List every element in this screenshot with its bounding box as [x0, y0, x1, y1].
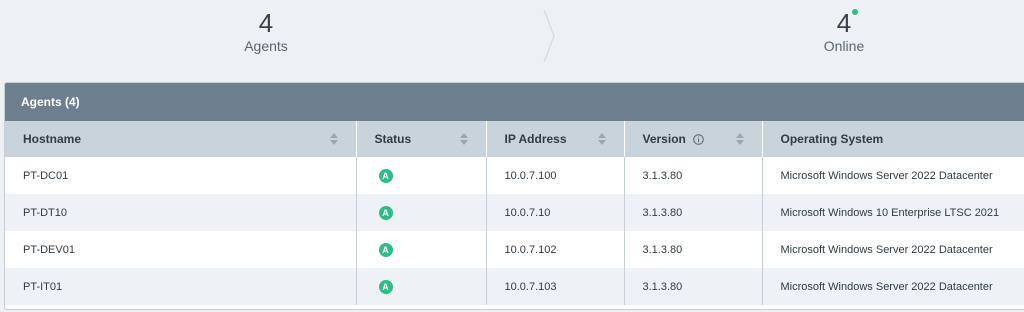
agents-table: Hostname Status IP Address Version Opera…	[5, 121, 1024, 305]
hostname-cell: PT-IT01	[5, 268, 357, 305]
column-header-hostname[interactable]: Hostname	[5, 121, 357, 157]
status-cell: A	[356, 268, 487, 305]
column-header-operating-system[interactable]: Operating System	[762, 121, 1024, 157]
version-cell: 3.1.3.80	[624, 194, 763, 231]
agents-count-stat[interactable]: 4 Agents	[196, 8, 336, 54]
column-header-label: Hostname	[23, 132, 82, 146]
info-icon[interactable]	[693, 134, 705, 146]
status-badge: A	[378, 279, 393, 294]
agent-summary: 4 Agents 4 Online	[0, 0, 1024, 80]
panel-title: Agents (4)	[5, 83, 1024, 121]
column-header-status[interactable]: Status	[356, 121, 487, 157]
hostname-cell: PT-DEV01	[5, 231, 357, 268]
ip-address-cell: 10.0.7.102	[486, 231, 625, 268]
table-header-row: Hostname Status IP Address Version Opera…	[5, 121, 1024, 157]
version-cell: 3.1.3.80	[624, 157, 763, 194]
table-row[interactable]: PT-DC01 A 10.0.7.100 3.1.3.80 Microsoft …	[5, 157, 1024, 194]
table-row[interactable]: PT-DEV01 A 10.0.7.102 3.1.3.80 Microsoft…	[5, 231, 1024, 268]
online-count-stat[interactable]: 4 Online	[774, 8, 914, 54]
ip-address-cell: 10.0.7.103	[486, 268, 625, 305]
column-header-label: Status	[374, 132, 412, 146]
column-header-label: Version	[642, 132, 686, 146]
operating-system-cell: Microsoft Windows Server 2022 Datacenter	[762, 268, 1024, 305]
status-cell: A	[356, 231, 487, 268]
operating-system-cell: Microsoft Windows Server 2022 Datacenter	[762, 157, 1024, 194]
column-header-ip-address[interactable]: IP Address	[486, 121, 625, 157]
column-header-label: Operating System	[780, 132, 884, 146]
column-header-version[interactable]: Version	[624, 121, 763, 157]
ip-address-cell: 10.0.7.100	[486, 157, 625, 194]
online-count-number: 4	[836, 8, 852, 38]
agents-count-label: Agents	[244, 38, 288, 54]
chevron-right-divider-icon	[543, 9, 555, 63]
version-cell: 3.1.3.80	[624, 231, 763, 268]
status-cell: A	[356, 194, 487, 231]
ip-address-cell: 10.0.7.10	[486, 194, 625, 231]
operating-system-cell: Microsoft Windows Server 2022 Datacenter	[762, 231, 1024, 268]
online-count-label: Online	[823, 38, 865, 54]
operating-system-cell: Microsoft Windows 10 Enterprise LTSC 202…	[762, 194, 1024, 231]
status-badge: A	[378, 205, 393, 220]
sort-icon[interactable]	[329, 133, 338, 145]
sort-icon[interactable]	[735, 133, 744, 145]
status-cell: A	[356, 157, 487, 194]
table-row[interactable]: PT-DT10 A 10.0.7.10 3.1.3.80 Microsoft W…	[5, 194, 1024, 231]
hostname-cell: PT-DT10	[5, 194, 357, 231]
sort-icon[interactable]	[597, 133, 606, 145]
status-badge: A	[378, 242, 393, 257]
hostname-cell: PT-DC01	[5, 157, 357, 194]
column-header-label: IP Address	[504, 132, 567, 146]
status-badge: A	[378, 168, 393, 183]
agents-count-value: 4	[258, 8, 274, 38]
table-row[interactable]: PT-IT01 A 10.0.7.103 3.1.3.80 Microsoft …	[5, 268, 1024, 305]
agents-panel: Agents (4) Hostname Status IP Address Ve…	[4, 82, 1024, 310]
online-indicator-icon	[852, 9, 859, 15]
version-cell: 3.1.3.80	[624, 268, 763, 305]
online-count-value: 4	[836, 8, 859, 38]
sort-icon[interactable]	[459, 133, 468, 145]
